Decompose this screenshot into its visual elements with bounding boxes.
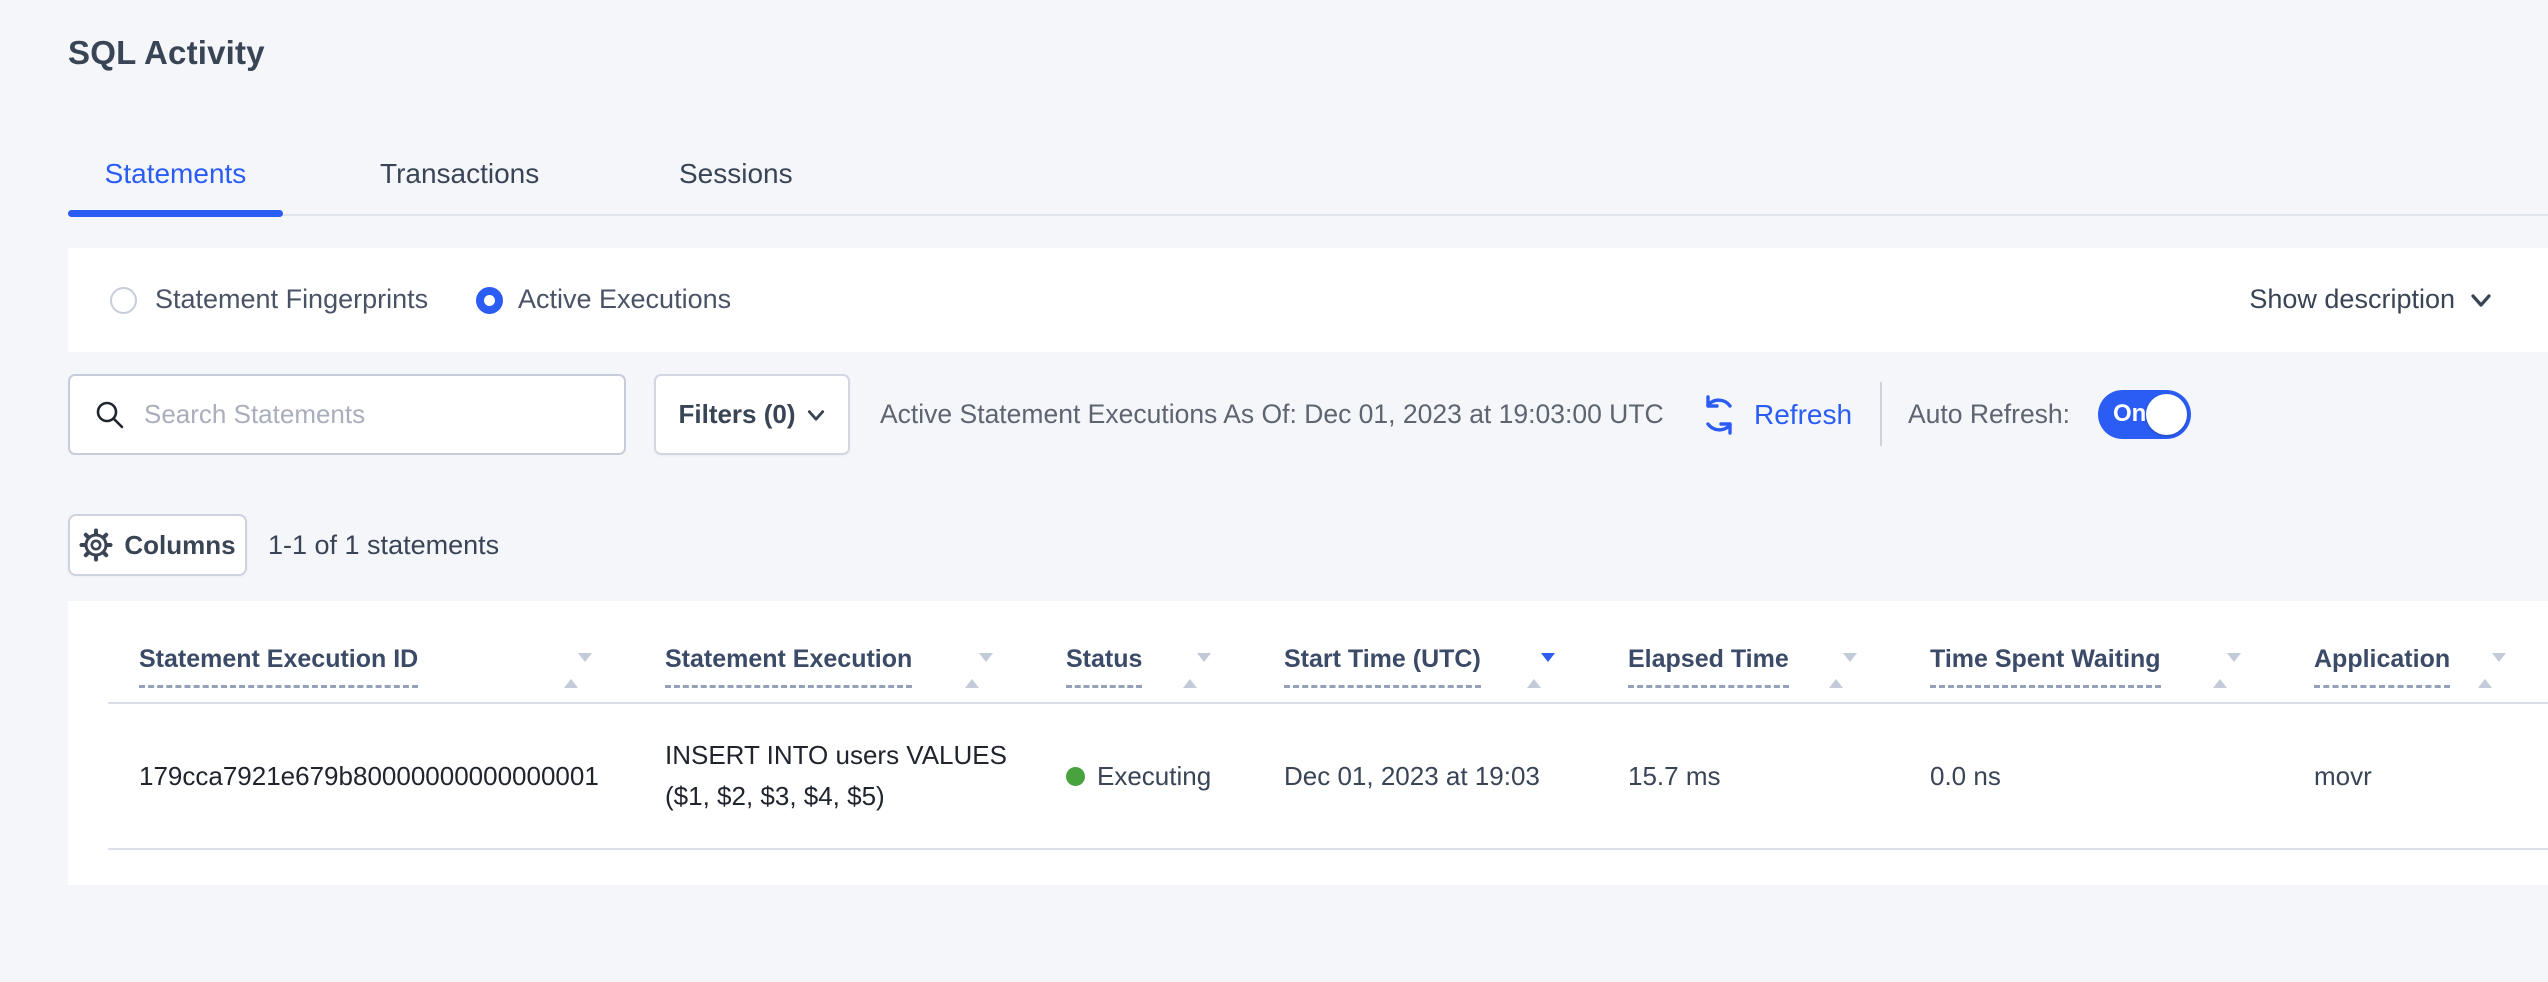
cell-start-time: Dec 01, 2023 at 19:03 <box>1253 761 1597 792</box>
statements-table: Statement Execution ID Statement Executi… <box>68 601 2548 885</box>
search-box[interactable] <box>68 374 626 455</box>
chevron-down-icon <box>806 405 826 425</box>
column-header-label[interactable]: Statement Execution <box>665 645 912 688</box>
tab-sessions[interactable]: Sessions <box>679 158 793 190</box>
cell-status: Executing <box>1035 761 1253 792</box>
show-description-button[interactable]: Show description <box>2249 284 2493 315</box>
chevron-down-icon <box>2469 288 2493 312</box>
table-header-row: Statement Execution ID Statement Executi… <box>108 601 2548 704</box>
filters-button[interactable]: Filters (0) <box>654 374 850 455</box>
table-row: 179cca7921e679b80000000000000001 INSERT … <box>108 704 2548 850</box>
sort-icon[interactable] <box>1829 662 1844 680</box>
column-header-time-spent-waiting[interactable]: Time Spent Waiting <box>1899 645 2283 702</box>
tab-transactions[interactable]: Transactions <box>380 158 539 190</box>
column-header-start-time[interactable]: Start Time (UTC) <box>1253 645 1597 702</box>
sort-icon[interactable] <box>2478 662 2493 680</box>
columns-button[interactable]: Columns <box>68 514 247 576</box>
divider <box>1880 382 1882 446</box>
search-input[interactable] <box>144 399 584 430</box>
filters-button-label: Filters (0) <box>678 399 795 430</box>
view-mode-card: Statement Fingerprints Active Executions… <box>68 248 2548 352</box>
column-header-status[interactable]: Status <box>1035 645 1253 702</box>
status-dot-icon <box>1066 767 1085 786</box>
sort-icon[interactable] <box>965 662 980 680</box>
radio-label-active-executions[interactable]: Active Executions <box>518 284 731 315</box>
column-header-label[interactable]: Time Spent Waiting <box>1930 645 2161 688</box>
cell-statement-execution-id: 179cca7921e679b80000000000000001 <box>108 761 634 792</box>
search-icon <box>94 399 126 431</box>
column-header-elapsed-time[interactable]: Elapsed Time <box>1597 645 1899 702</box>
column-header-label[interactable]: Application <box>2314 645 2450 688</box>
refresh-label: Refresh <box>1754 399 1852 431</box>
auto-refresh-label: Auto Refresh: <box>1908 374 2070 455</box>
refresh-icon <box>1698 394 1740 436</box>
column-header-label[interactable]: Elapsed Time <box>1628 645 1789 688</box>
cell-time-spent-waiting: 0.0 ns <box>1899 761 2283 792</box>
toggle-state-label: On <box>2113 390 2146 439</box>
result-count: 1-1 of 1 statements <box>268 514 499 576</box>
gear-icon <box>79 528 113 562</box>
cell-elapsed-time: 15.7 ms <box>1597 761 1899 792</box>
refresh-button[interactable]: Refresh <box>1698 374 1852 455</box>
auto-refresh-toggle[interactable]: On <box>2098 390 2191 439</box>
radio-label-statement-fingerprints[interactable]: Statement Fingerprints <box>155 284 428 315</box>
column-header-statement-execution-id[interactable]: Statement Execution ID <box>108 645 634 702</box>
status-badge: Executing <box>1097 761 1211 792</box>
columns-button-label: Columns <box>124 530 235 561</box>
active-tab-indicator <box>68 210 283 217</box>
column-header-label[interactable]: Statement Execution ID <box>139 645 418 688</box>
column-header-label[interactable]: Start Time (UTC) <box>1284 645 1481 688</box>
radio-active-executions[interactable] <box>476 287 503 314</box>
sort-icon[interactable] <box>1183 662 1198 680</box>
column-header-statement-execution[interactable]: Statement Execution <box>634 645 1035 702</box>
as-of-timestamp: Active Statement Executions As Of: Dec 0… <box>880 374 1664 455</box>
cell-statement-execution[interactable]: INSERT INTO users VALUES ($1, $2, $3, $4… <box>634 735 1014 817</box>
tab-statements[interactable]: Statements <box>68 158 283 190</box>
radio-statement-fingerprints[interactable] <box>110 287 137 314</box>
column-header-label[interactable]: Status <box>1066 645 1142 688</box>
cell-application: movr <box>2283 761 2548 792</box>
toggle-knob <box>2146 394 2187 435</box>
sort-icon[interactable] <box>564 662 579 680</box>
sort-icon-active-desc[interactable] <box>1527 662 1542 680</box>
show-description-label: Show description <box>2249 284 2455 314</box>
page-title: SQL Activity <box>68 34 265 72</box>
tabs-divider <box>68 214 2548 216</box>
column-header-application[interactable]: Application <box>2283 645 2548 702</box>
sort-icon[interactable] <box>2213 662 2228 680</box>
